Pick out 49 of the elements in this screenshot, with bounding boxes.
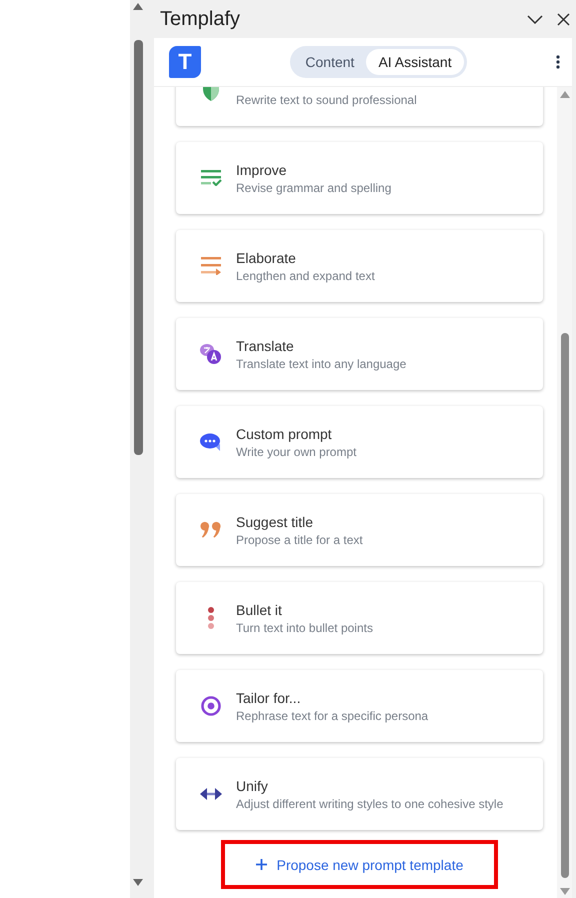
chat-bubble-icon	[200, 432, 222, 452]
prompt-description: Adjust different writing styles to one cohesive style	[236, 796, 504, 810]
prompt-title: Improve	[236, 162, 288, 178]
chevron-down-icon[interactable]	[527, 14, 543, 24]
prompt-title: Custom prompt	[236, 426, 333, 442]
app-logo: T	[169, 46, 201, 78]
prompt-description: Turn text into bullet points	[236, 620, 373, 634]
prompt-card[interactable]: Tailor for... Rephrase text for a specific persona	[176, 670, 543, 742]
prompt-description: Revise grammar and spelling	[236, 180, 392, 194]
pane-title: Templafy	[160, 8, 242, 30]
prompt-card[interactable]: Rewrite text to sound professional	[176, 87, 543, 126]
quote-icon	[200, 521, 222, 539]
scroll-up-icon[interactable]	[560, 91, 570, 98]
prompt-title: Bullet it	[236, 602, 283, 618]
prompt-description: Lengthen and expand text	[236, 268, 375, 282]
scrollbar-thumb[interactable]	[560, 333, 568, 878]
scroll-up-icon[interactable]	[133, 3, 143, 10]
translate-icon	[200, 343, 222, 365]
dots-icon	[207, 607, 215, 629]
prompt-title: Elaborate	[236, 250, 297, 266]
prompt-description: Propose a title for a text	[236, 532, 363, 546]
lines-arrow-icon	[200, 257, 222, 275]
plus-icon	[256, 859, 267, 870]
prompt-card[interactable]: Improve Revise grammar and spelling	[176, 142, 543, 214]
prompt-title: Translate	[236, 338, 295, 354]
prompt-title: Suggest title	[236, 514, 314, 530]
prompt-card[interactable]: Custom prompt Write your own prompt	[176, 406, 543, 478]
prompt-card[interactable]: Unify Adjust different writing styles to one cohesive style	[176, 758, 543, 830]
target-icon	[201, 696, 221, 716]
tab[interactable]: Content	[293, 49, 366, 75]
prompt-description: Translate text into any language	[236, 356, 406, 370]
prompt-description: Rephrase text for a specific persona	[236, 708, 428, 722]
prompt-card[interactable]: Elaborate Lengthen and expand text	[176, 230, 543, 302]
double-arrow-icon	[200, 788, 222, 800]
prompt-card[interactable]: Translate Translate text into any language	[176, 318, 543, 390]
prompt-description: Write your own prompt	[236, 444, 356, 458]
more-menu-icon[interactable]	[556, 55, 560, 69]
prompt-title: Unify	[236, 778, 269, 794]
propose-template-button[interactable]: Propose new prompt template	[221, 840, 498, 889]
checklist-icon	[200, 170, 222, 186]
scroll-down-icon[interactable]	[560, 888, 570, 895]
scroll-down-icon[interactable]	[133, 879, 143, 886]
scrollbar-thumb[interactable]	[134, 40, 142, 455]
tab[interactable]: AI Assistant	[366, 49, 464, 75]
prompt-title: Tailor for...	[236, 690, 302, 706]
prompt-card[interactable]: Bullet it Turn text into bullet points	[176, 582, 543, 654]
prompt-description: Rewrite text to sound professional	[236, 92, 417, 106]
prompt-card[interactable]: Suggest title Propose a title for a text	[176, 494, 543, 566]
close-icon[interactable]	[557, 12, 570, 26]
